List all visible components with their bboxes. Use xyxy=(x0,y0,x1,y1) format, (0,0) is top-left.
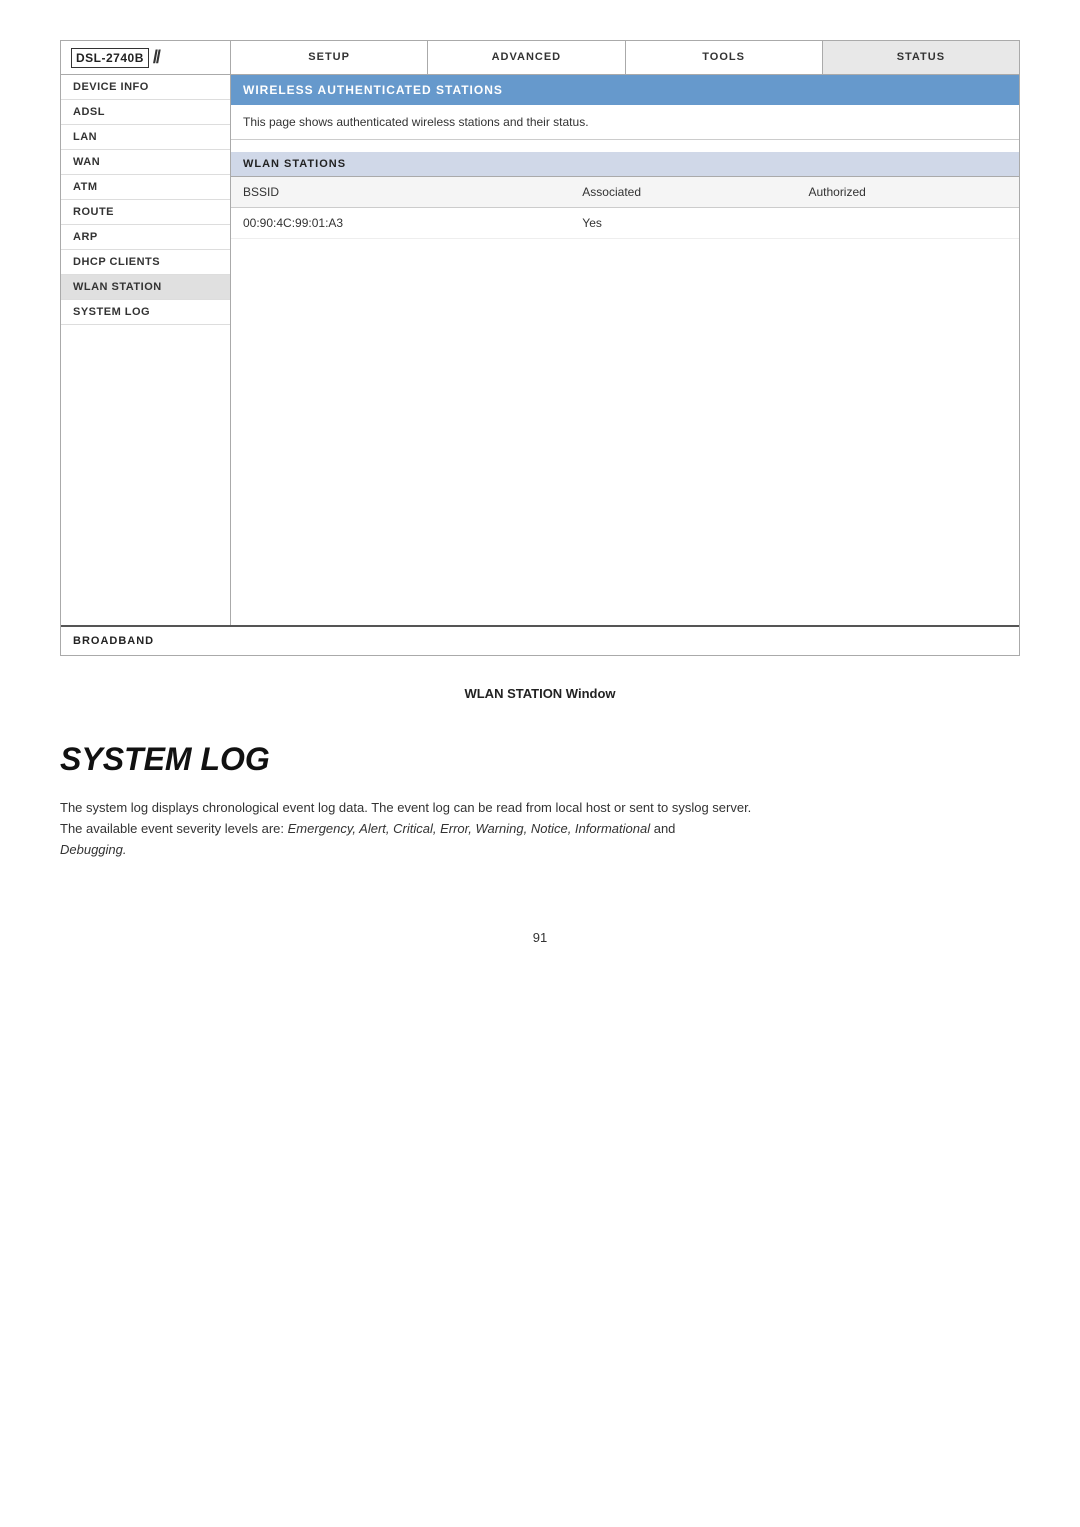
cell-authorized xyxy=(796,208,1019,239)
subsection-header: WLAN STATIONS xyxy=(231,152,1019,177)
tab-status[interactable]: STATUS xyxy=(823,41,1019,74)
main-content: WIRELESS AUTHENTICATED STATIONS This pag… xyxy=(231,75,1019,625)
figure-caption: WLAN STATION Window xyxy=(60,686,1020,701)
col-authorized: Authorized xyxy=(796,177,1019,208)
router-footer: BROADBAND xyxy=(61,625,1019,655)
cell-associated: Yes xyxy=(570,208,796,239)
brand-label: DSL-2740B xyxy=(71,48,149,68)
sidebar-item-route[interactable]: ROUTE xyxy=(61,200,230,225)
system-log-and: and xyxy=(654,821,676,836)
sidebar-item-arp[interactable]: ARP xyxy=(61,225,230,250)
sidebar-item-device-info[interactable]: DEVICE INFO xyxy=(61,75,230,100)
brand-slashes: // xyxy=(153,47,159,68)
page-number: 91 xyxy=(60,930,1020,945)
sidebar-item-dhcp-clients[interactable]: DHCP CLIENTS xyxy=(61,250,230,275)
content-area: DEVICE INFO ADSL LAN WAN ATM ROUTE ARP D… xyxy=(61,75,1019,625)
system-log-desc-1: The system log displays chronological ev… xyxy=(60,800,751,815)
col-bssid: BSSID xyxy=(231,177,570,208)
system-log-description: The system log displays chronological ev… xyxy=(60,798,1020,860)
sidebar-item-system-log[interactable]: SYSTEM LOG xyxy=(61,300,230,325)
brand-cell: DSL-2740B // xyxy=(61,41,231,74)
sidebar-item-wlan-station[interactable]: WLAN STATION xyxy=(61,275,230,300)
system-log-debugging: Debugging. xyxy=(60,842,127,857)
section-desc: This page shows authenticated wireless s… xyxy=(231,105,1019,140)
router-ui: DSL-2740B // SETUP ADVANCED TOOLS STATUS… xyxy=(60,40,1020,656)
sidebar-item-lan[interactable]: LAN xyxy=(61,125,230,150)
sidebar: DEVICE INFO ADSL LAN WAN ATM ROUTE ARP D… xyxy=(61,75,231,625)
tab-tools[interactable]: TOOLS xyxy=(626,41,823,74)
system-log-title: SYSTEM LOG xyxy=(60,741,1020,778)
nav-tabs: SETUP ADVANCED TOOLS STATUS xyxy=(231,41,1019,74)
sidebar-item-atm[interactable]: ATM xyxy=(61,175,230,200)
system-log-desc-2: The available event severity levels are: xyxy=(60,821,284,836)
tab-setup[interactable]: SETUP xyxy=(231,41,428,74)
system-log-severity-levels: Emergency, Alert, Critical, Error, Warni… xyxy=(288,821,650,836)
sidebar-item-wan[interactable]: WAN xyxy=(61,150,230,175)
col-associated: Associated xyxy=(570,177,796,208)
system-log-section: SYSTEM LOG The system log displays chron… xyxy=(60,731,1020,870)
sidebar-item-adsl[interactable]: ADSL xyxy=(61,100,230,125)
tab-advanced[interactable]: ADVANCED xyxy=(428,41,625,74)
stations-table: BSSID Associated Authorized 00:90:4C:99:… xyxy=(231,177,1019,239)
cell-bssid: 00:90:4C:99:01:A3 xyxy=(231,208,570,239)
table-row: 00:90:4C:99:01:A3 Yes xyxy=(231,208,1019,239)
top-nav: DSL-2740B // SETUP ADVANCED TOOLS STATUS xyxy=(61,41,1019,75)
section-header: WIRELESS AUTHENTICATED STATIONS xyxy=(231,75,1019,105)
